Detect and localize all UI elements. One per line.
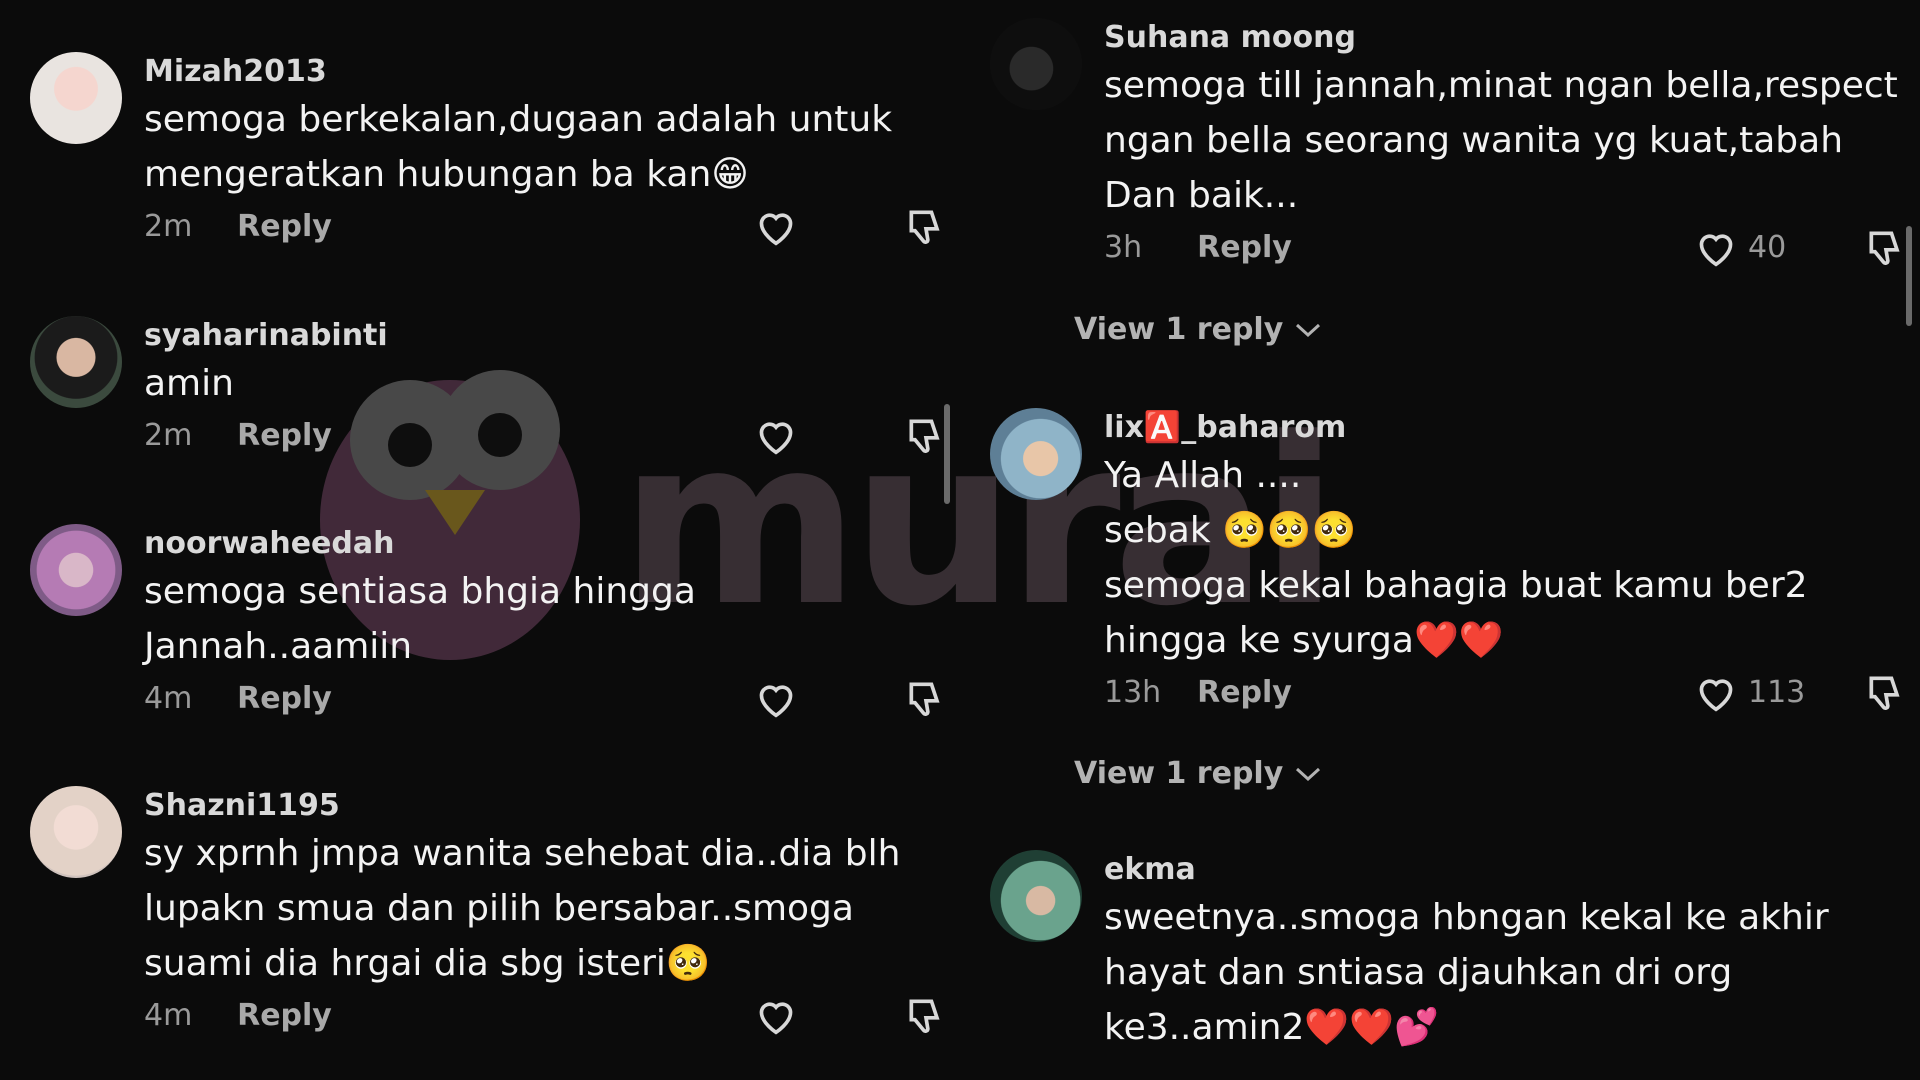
thumbs-down-icon [909,999,940,1033]
like-button[interactable] [754,413,798,459]
heart-icon [759,213,793,246]
comment-username[interactable]: Shazni1195 [144,786,950,826]
like-count: 40 [1748,230,1787,265]
heart-icon [759,422,793,455]
reply-button[interactable]: Reply [237,204,332,250]
thumbs-down-icon [909,210,940,244]
comment-text: semoga sentiasa bhgia hingga Jannah..aam… [144,571,696,667]
chevron-down-icon [1296,323,1321,337]
comment-text: amin [144,363,234,404]
heart-icon [1699,679,1733,712]
view-replies-label: View 1 reply [1074,312,1284,347]
chevron-down-icon [1296,767,1321,781]
comment-username[interactable]: ekma [1104,850,1920,890]
thumbs-down-icon [909,419,940,453]
like-button[interactable] [754,204,798,250]
heart-icon [759,1002,793,1035]
like-button[interactable] [754,676,798,722]
avatar[interactable] [30,786,122,878]
comment-text: Ya Allah .... sebak 🥺🥺🥺 semoga kekal bah… [1104,455,1808,661]
reply-button[interactable]: Reply [237,676,332,722]
comment-time: 4m [144,998,193,1033]
scrollbar[interactable] [1906,226,1912,326]
reply-button[interactable]: Reply [1197,225,1292,271]
comment-time: 2m [144,209,193,244]
reply-button[interactable]: Reply [237,993,332,1039]
heart-icon [759,685,793,718]
view-replies-label: View 1 reply [1074,756,1284,791]
avatar[interactable] [30,52,122,144]
reply-button[interactable]: Reply [237,413,332,459]
avatar[interactable] [990,850,1082,942]
comment-time: 4m [144,681,193,716]
like-button[interactable]: 40 [1694,225,1786,271]
heart-icon [1699,234,1733,267]
avatar[interactable] [990,18,1082,110]
dislike-button[interactable] [1864,670,1908,716]
dislike-button[interactable] [1864,225,1908,271]
comment-username[interactable]: Mizah2013 [144,52,950,92]
comment-text: sweetnya..smoga hbngan kekal ke akhir ha… [1104,897,1829,1048]
dislike-button[interactable] [904,676,948,722]
dislike-button[interactable] [904,993,948,1039]
thumbs-down-icon [909,682,940,716]
comment-username[interactable]: Suhana moong [1104,18,1920,58]
thumbs-down-icon [1869,676,1900,710]
thumbs-down-icon [1869,231,1900,265]
avatar[interactable] [990,408,1082,500]
comment-text: semoga berkekalan,dugaan adalah untuk me… [144,99,893,195]
comment-text: semoga till jannah,minat ngan bella,resp… [1104,65,1898,216]
comment-time: 13h [1104,675,1162,710]
reply-button[interactable]: Reply [1197,670,1292,716]
scrollbar[interactable] [944,404,950,504]
comment-username[interactable]: syaharinabinti [144,316,950,356]
comment-time: 3h [1104,230,1143,265]
comment-username[interactable]: noorwaheedah [144,524,950,564]
dislike-button[interactable] [904,204,948,250]
view-replies-button[interactable]: View 1 reply [1074,312,1323,347]
avatar[interactable] [30,524,122,616]
comment-time: 2m [144,418,193,453]
comment-text: sy xprnh jmpa wanita sehebat dia..dia bl… [144,833,901,984]
comment-username[interactable]: lix🅰️_baharom [1104,408,1920,448]
like-button[interactable]: 113 [1694,670,1805,716]
avatar[interactable] [30,316,122,408]
comments-column-right: Suhana moong semoga till jannah,minat ng… [960,0,1920,1080]
like-button[interactable] [754,993,798,1039]
dislike-button[interactable] [904,413,948,459]
view-replies-button[interactable]: View 1 reply [1074,756,1323,791]
comments-column-left: Mizah2013 semoga berkekalan,dugaan adala… [0,0,950,1080]
like-count: 113 [1748,675,1806,710]
